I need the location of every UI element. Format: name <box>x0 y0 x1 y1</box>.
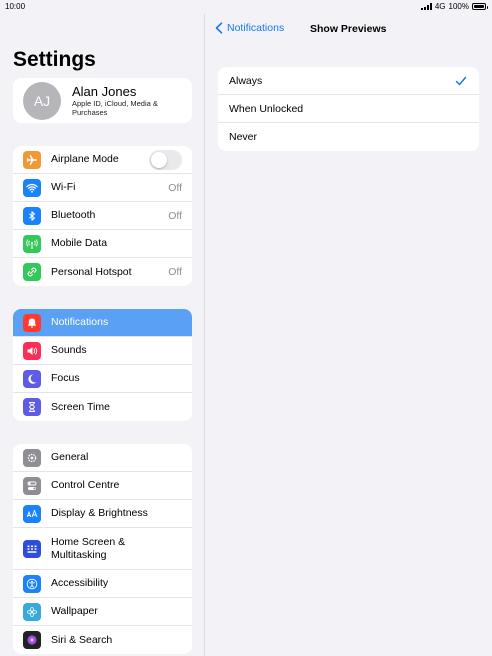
sidebar-item-label: Airplane Mode <box>51 153 119 165</box>
sidebar-item-label: Bluetooth <box>51 209 96 221</box>
battery-icon <box>472 3 488 10</box>
preview-options-list: Always When Unlocked Never <box>218 67 479 151</box>
sidebar-item-label: Wi-Fi <box>51 181 76 193</box>
profile-subtitle: Apple ID, iCloud, Media & Purchases <box>72 99 158 117</box>
battery-percent: 100% <box>448 2 469 11</box>
sidebar-item-label: Display & Brightness <box>51 507 148 519</box>
sidebar-item-personal-hotspot[interactable]: Personal Hotspot Off <box>13 258 192 286</box>
sidebar: Settings AJ Alan Jones Apple ID, iCloud,… <box>0 14 205 656</box>
home-grid-icon <box>23 539 41 558</box>
option-label: Never <box>229 131 258 143</box>
general-group: General Control Centre Display & Brightn… <box>13 444 192 654</box>
sidebar-item-label: Control Centre <box>51 479 120 491</box>
bluetooth-icon <box>23 206 41 225</box>
sidebar-item-general[interactable]: General <box>13 444 192 472</box>
status-bar: 10:00 4G 100% <box>0 0 492 14</box>
sidebar-item-focus[interactable]: Focus <box>13 365 192 393</box>
sidebar-item-label: Mobile Data <box>51 237 108 249</box>
wifi-status: Off <box>168 181 182 194</box>
gear-icon <box>23 448 41 467</box>
sidebar-item-label: Personal Hotspot <box>51 265 132 278</box>
back-button[interactable]: Notifications <box>214 22 284 34</box>
sidebar-item-label: Siri & Search <box>51 633 113 646</box>
nav-bar: Notifications Show Previews <box>206 14 492 44</box>
sidebar-item-wallpaper[interactable]: Wallpaper <box>13 598 192 626</box>
sidebar-item-display-brightness[interactable]: Display & Brightness <box>13 500 192 528</box>
hourglass-icon <box>23 398 41 416</box>
speaker-icon <box>23 341 41 360</box>
bell-icon <box>23 313 41 332</box>
text-size-icon <box>23 504 41 523</box>
sidebar-item-accessibility[interactable]: Accessibility <box>13 570 192 598</box>
sidebar-item-label: Home Screen & Multitasking <box>51 535 126 561</box>
option-always[interactable]: Always <box>218 67 479 95</box>
chevron-left-icon <box>215 22 223 34</box>
notifications-group: Notifications Sounds Focus Screen Time <box>13 309 192 421</box>
option-label: Always <box>229 74 263 87</box>
sidebar-item-bluetooth[interactable]: Bluetooth Off <box>13 202 192 230</box>
sidebar-item-mobile-data[interactable]: Mobile Data <box>13 230 192 258</box>
wifi-icon <box>23 178 41 197</box>
sidebar-item-label: Sounds <box>51 344 87 356</box>
sidebar-item-siri-search[interactable]: Siri & Search <box>13 626 192 654</box>
airplane-icon <box>23 150 41 169</box>
sidebar-item-sounds[interactable]: Sounds <box>13 337 192 365</box>
sidebar-item-label: General <box>51 451 89 463</box>
connectivity-group: Airplane Mode Wi-Fi Off Bluetooth Off Mo… <box>13 146 192 286</box>
sidebar-item-airplane-mode[interactable]: Airplane Mode <box>13 146 192 174</box>
network-label: 4G <box>434 2 446 11</box>
sidebar-item-home-screen[interactable]: Home Screen & Multitasking <box>13 528 192 570</box>
sidebar-item-screen-time[interactable]: Screen Time <box>13 393 192 421</box>
accessibility-icon <box>23 574 41 593</box>
moon-icon <box>23 369 41 388</box>
sidebar-item-label: Notifications <box>51 316 109 328</box>
flower-icon <box>23 602 41 621</box>
status-time: 10:00 <box>5 2 26 11</box>
sidebar-item-notifications[interactable]: Notifications <box>13 309 192 337</box>
page-title: Settings <box>13 48 96 71</box>
bluetooth-status: Off <box>168 209 182 222</box>
sidebar-item-label: Wallpaper <box>51 605 98 617</box>
antenna-icon <box>23 234 41 253</box>
checkmark-icon <box>455 76 467 86</box>
option-label: When Unlocked <box>229 102 304 115</box>
status-right: 4G 100% <box>420 2 488 11</box>
option-when-unlocked[interactable]: When Unlocked <box>218 95 479 123</box>
sidebar-item-wifi[interactable]: Wi-Fi Off <box>13 174 192 202</box>
siri-icon <box>23 631 41 649</box>
nav-title: Show Previews <box>310 23 387 35</box>
sidebar-item-label: Screen Time <box>51 400 110 413</box>
hotspot-icon <box>23 263 41 281</box>
switches-icon <box>23 476 41 495</box>
sidebar-item-label: Accessibility <box>51 577 109 589</box>
profile-card[interactable]: AJ Alan Jones Apple ID, iCloud, Media & … <box>13 78 192 123</box>
back-label: Notifications <box>227 22 285 34</box>
airplane-mode-toggle[interactable] <box>149 149 182 170</box>
detail-pane: Notifications Show Previews Always When … <box>206 14 492 656</box>
signal-icon <box>420 3 432 10</box>
hotspot-status: Off <box>168 266 182 278</box>
sidebar-item-label: Focus <box>51 372 80 384</box>
profile-name: Alan Jones <box>72 84 137 99</box>
option-never[interactable]: Never <box>218 123 479 151</box>
avatar: AJ <box>23 81 61 120</box>
sidebar-item-control-centre[interactable]: Control Centre <box>13 472 192 500</box>
